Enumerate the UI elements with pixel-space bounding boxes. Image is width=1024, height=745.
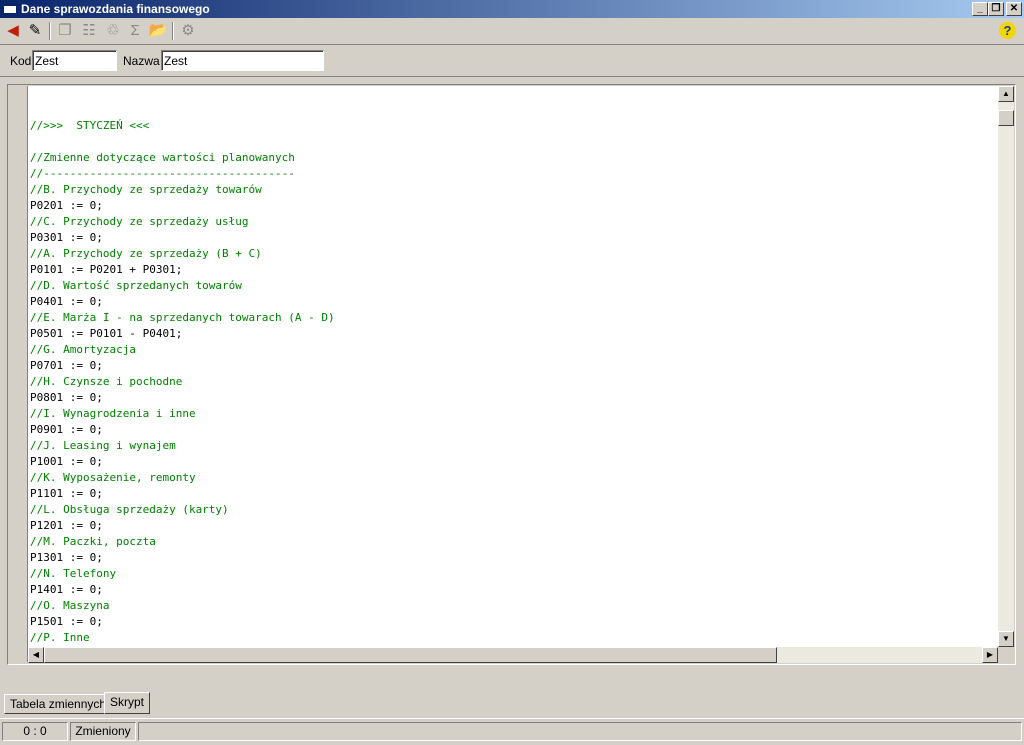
scroll-left-button[interactable]: ◀ <box>28 647 44 663</box>
script-line: P0201 := 0; <box>30 199 103 212</box>
scroll-right-button[interactable]: ▶ <box>982 647 998 663</box>
cursor-position: 0 : 0 <box>2 722 68 741</box>
vertical-scrollbar[interactable]: ▲ ▼ <box>998 86 1014 647</box>
sum-icon[interactable]: Σ <box>125 21 145 41</box>
script-line: P1501 := 0; <box>30 615 103 628</box>
script-line: P1301 := 0; <box>30 551 103 564</box>
toolbar-separator <box>49 22 51 40</box>
script-line: //D. Wartość sprzedanych towarów <box>30 279 242 292</box>
script-line: P0501 := P0101 - P0401; <box>30 327 183 340</box>
edit-document-icon[interactable]: ✎ <box>25 21 45 41</box>
scrollbar-corner <box>998 647 1014 663</box>
script-line: //Zmienne dotyczące wartości planowanych <box>30 151 295 164</box>
script-line: P0301 := 0; <box>30 231 103 244</box>
nazwa-input[interactable] <box>161 50 324 71</box>
scroll-down-button[interactable]: ▼ <box>998 631 1014 647</box>
script-line: //N. Telefony <box>30 567 117 580</box>
horizontal-scroll-thumb[interactable] <box>44 647 777 663</box>
script-line: //L. Obsługa sprzedaży (karty) <box>30 503 229 516</box>
script-line: P0401 := 0; <box>30 295 103 308</box>
script-line: //H. Czynsze i pochodne <box>30 375 183 388</box>
script-line: //-------------------------------------- <box>30 167 295 180</box>
script-line: //C. Przychody ze sprzedaży usług <box>30 215 249 228</box>
script-line: //G. Amortyzacja <box>30 343 136 356</box>
modified-status: Zmieniony <box>70 722 136 741</box>
restore-button[interactable]: ❐ <box>988 2 1004 16</box>
kod-input[interactable] <box>32 50 117 71</box>
copy-icon[interactable]: ❐ <box>55 21 75 41</box>
script-line: //P. Inne <box>30 631 90 644</box>
status-panel-empty <box>138 722 1022 741</box>
script-editor[interactable]: //>>> STYCZEŃ <<< //Zmienne dotyczące wa… <box>28 86 998 647</box>
script-line: P1401 := 0; <box>30 583 103 596</box>
help-icon[interactable]: ? <box>999 22 1016 39</box>
script-line: P0101 := P0201 + P0301; <box>30 263 183 276</box>
script-line: //J. Leasing i wynajem <box>30 439 176 452</box>
bin-icon[interactable]: ♲ <box>103 21 123 41</box>
kod-label: Kod <box>10 54 32 68</box>
script-line: //B. Przychody ze sprzedaży towarów <box>30 183 262 196</box>
script-line: P0901 := 0; <box>30 423 103 436</box>
script-line: //I. Wynagrodzenia i inne <box>30 407 196 420</box>
script-line: P0701 := 0; <box>30 359 103 372</box>
close-button[interactable]: ✕ <box>1006 2 1022 16</box>
script-line: P1201 := 0; <box>30 519 103 532</box>
window-title: Dane sprawozdania finansowego <box>21 2 210 16</box>
script-line: //>>> STYCZEŃ <<< <box>30 119 150 132</box>
status-bar: 0 : 0 Zmieniony <box>0 718 1024 745</box>
script-line: //A. Przychody ze sprzedaży (B + C) <box>30 247 262 260</box>
script-line: //E. Marża I - na sprzedanych towarach (… <box>30 311 335 324</box>
open-folder-icon[interactable]: 📂 <box>148 21 168 41</box>
script-code[interactable]: //>>> STYCZEŃ <<< //Zmienne dotyczące wa… <box>30 102 335 647</box>
minimize-button[interactable]: _ <box>972 2 988 16</box>
tab-bar: Tabela zmiennych Skrypt <box>0 692 1024 716</box>
script-line: //M. Paczki, poczta <box>30 535 156 548</box>
tab-tabela-zmiennych[interactable]: Tabela zmiennych <box>4 694 113 714</box>
scroll-up-button[interactable]: ▲ <box>998 86 1014 102</box>
list-icon[interactable]: ☷ <box>79 21 99 41</box>
script-line: P0801 := 0; <box>30 391 103 404</box>
script-line: P1101 := 0; <box>30 487 103 500</box>
horizontal-scrollbar[interactable]: ◀ ▶ <box>28 647 998 663</box>
title-bar: Dane sprawozdania finansowego _ ❐ ✕ <box>0 0 1024 18</box>
script-line: P1001 := 0; <box>30 455 103 468</box>
tab-skrypt[interactable]: Skrypt <box>104 692 151 714</box>
script-line: //K. Wyposażenie, remonty <box>30 471 196 484</box>
script-line: //O. Maszyna <box>30 599 110 612</box>
back-arrow-icon[interactable]: ◀ <box>3 21 23 41</box>
settings-icon[interactable]: ⚙ <box>178 21 198 41</box>
window-app-icon <box>3 2 17 14</box>
editor-gutter <box>9 86 28 662</box>
header-fields: Kod Nazwa <box>0 46 1024 77</box>
vertical-scroll-thumb[interactable] <box>998 110 1014 126</box>
toolbar-separator <box>172 22 174 40</box>
toolbar: ◀ ✎ ❐ ☷ ♲ Σ 📂 ⚙ ? <box>0 18 1024 45</box>
nazwa-label: Nazwa <box>123 54 160 68</box>
